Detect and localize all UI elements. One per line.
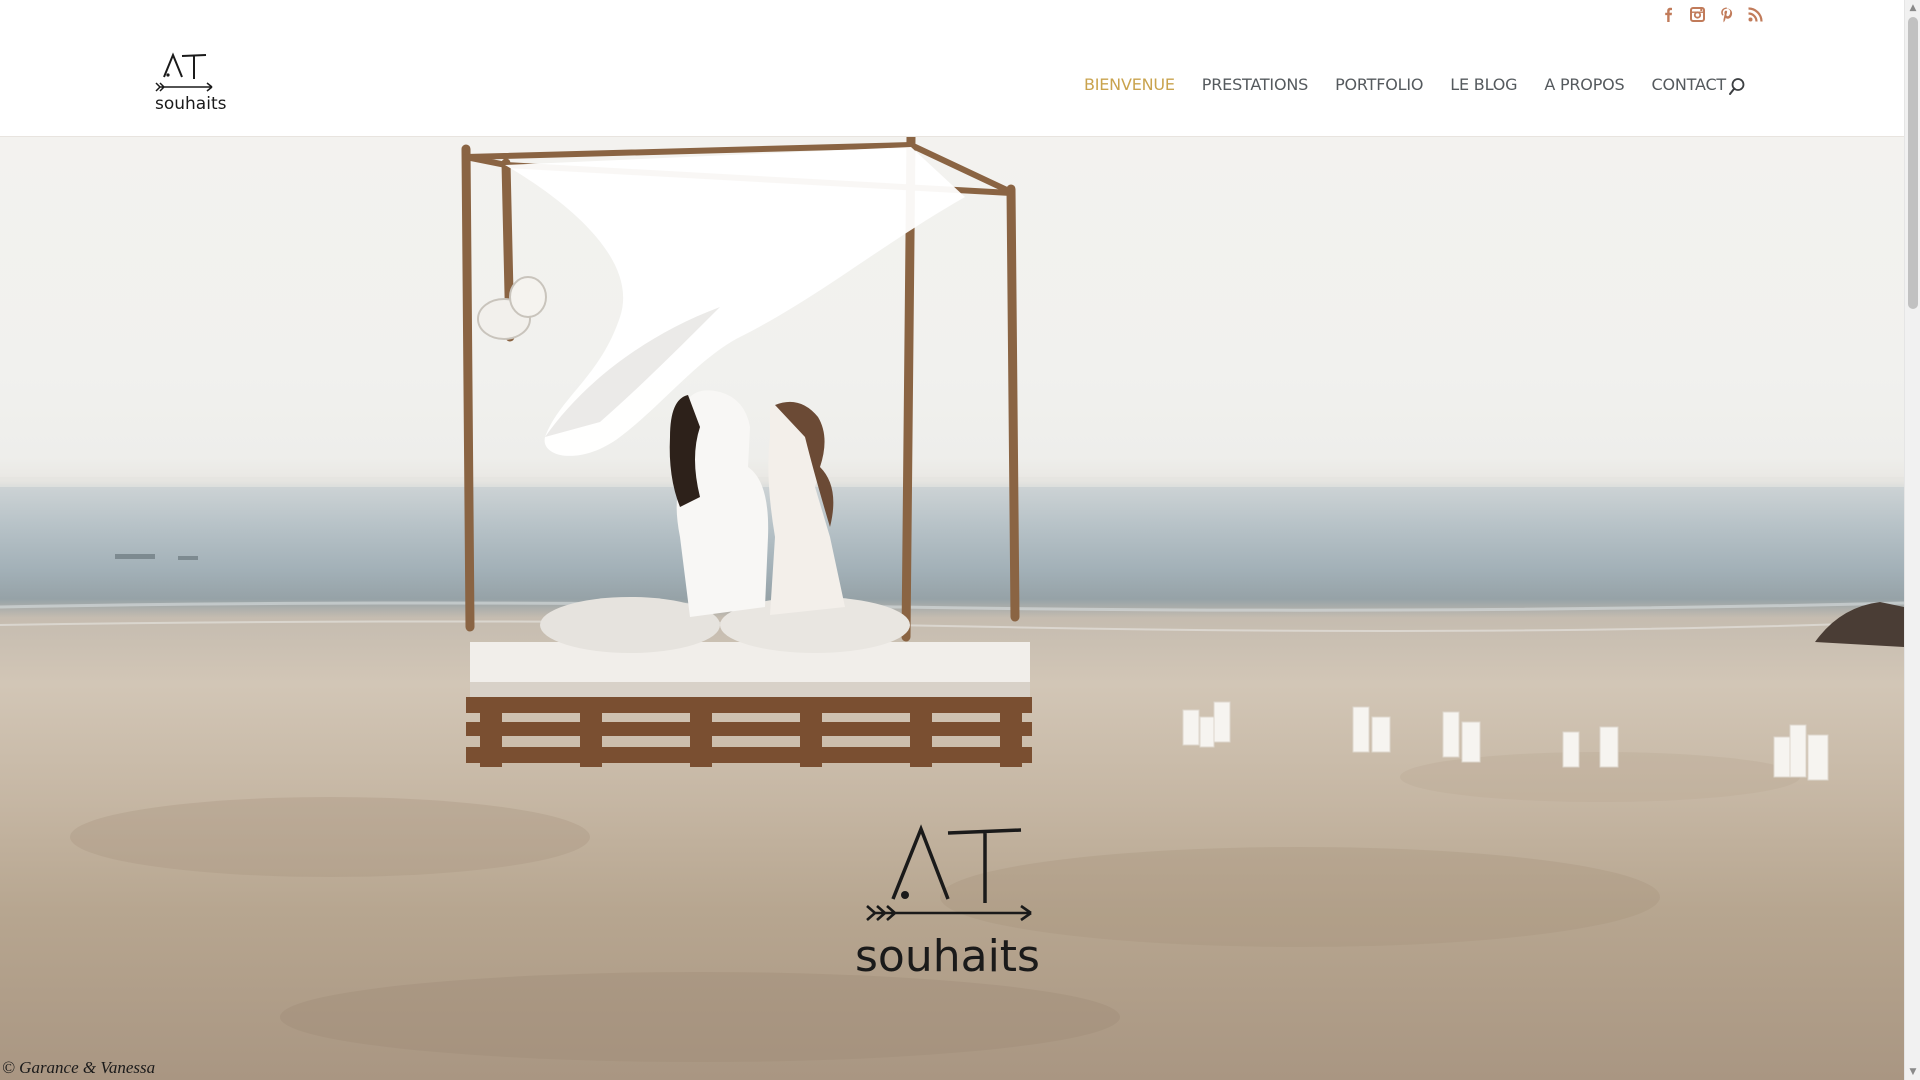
nav-item-a-propos[interactable]: A PROPOS [1544,75,1624,94]
scrollbar-thumb[interactable] [1908,17,1918,309]
scroll-down-arrow-icon[interactable]: ▼ [1905,1064,1920,1080]
nav-item-le-blog[interactable]: LE BLOG [1450,75,1517,94]
hero-section: souhaits © Garance & Vanessa [0,137,1904,1080]
search-icon[interactable] [1728,77,1746,97]
photo-credit: © Garance & Vanessa [2,1058,156,1077]
nav-item-portfolio[interactable]: PORTFOLIO [1335,75,1423,94]
scrollbar[interactable]: ▲ ▼ [1904,0,1920,1080]
nav-item-contact[interactable]: CONTACT [1652,75,1727,94]
facebook-icon[interactable] [1660,6,1677,23]
main-nav: BIENVENUE PRESTATIONS PORTFOLIO LE BLOG … [1084,75,1726,94]
logo-text: souhaits [155,94,227,114]
social-links [1660,6,1764,23]
nav-item-bienvenue[interactable]: BIENVENUE [1084,75,1175,94]
hero-logo: souhaits [853,821,1053,981]
scroll-up-arrow-icon[interactable]: ▲ [1905,0,1920,16]
rss-icon[interactable] [1747,6,1764,23]
pinterest-icon[interactable] [1718,6,1735,23]
top-social-bar [0,0,1904,33]
site-header: souhaits BIENVENUE PRESTATIONS PORTFOLIO… [0,33,1904,137]
nav-item-prestations[interactable]: PRESTATIONS [1202,75,1308,94]
hero-logo-text: souhaits [855,931,1040,981]
instagram-icon[interactable] [1689,6,1706,23]
site-logo[interactable]: souhaits [154,49,234,115]
